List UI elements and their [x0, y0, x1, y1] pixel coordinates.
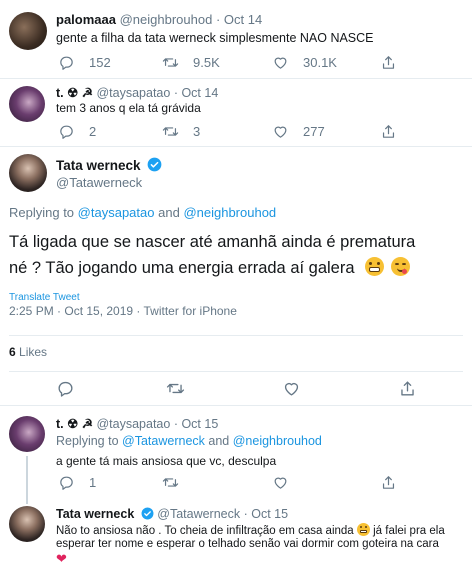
- display-name[interactable]: t. ☢ ☭: [56, 86, 93, 100]
- like-count: 277: [303, 123, 325, 139]
- share-icon: [401, 380, 414, 396]
- share-icon: [382, 55, 395, 69]
- main-tweet: Tata werneck @Tatawerneck Replying to @t…: [0, 147, 472, 398]
- retweet-icon: [166, 383, 185, 393]
- retweet-count: 3: [193, 123, 201, 139]
- retweet-icon: [162, 57, 179, 67]
- verified-badge-icon: [141, 507, 154, 520]
- handle[interactable]: @Tatawerneck: [157, 507, 240, 521]
- tweet-text: a gente tá mais ansiosa que vc, desculpa: [56, 454, 277, 468]
- tweet-date[interactable]: · Oct 15: [174, 417, 218, 431]
- tweet-taysapatao[interactable]: t. ☢ ☭ @taysapatao · Oct 14 tem 3 anos q…: [0, 79, 472, 143]
- tweet-reply-tatawerneck[interactable]: Tata werneck @Tatawerneck · Oct 15 Não t…: [0, 496, 472, 568]
- tweet-date[interactable]: · Oct 14: [216, 12, 262, 27]
- retweet-count: 9.5K: [193, 54, 220, 70]
- share-icon: [382, 475, 395, 489]
- like-count: 30.1K: [303, 54, 337, 70]
- tweet-palomaaa[interactable]: palomaaa @neighbrouhod · Oct 14 gente a …: [0, 0, 472, 76]
- reply-count: 2: [89, 123, 97, 139]
- replying-and: and: [158, 205, 180, 220]
- heart-icon: [274, 126, 287, 138]
- retweet-button[interactable]: [162, 474, 179, 491]
- retweet-button[interactable]: 3: [162, 123, 200, 140]
- like-button[interactable]: [282, 379, 301, 398]
- handle[interactable]: @Tatawerneck: [56, 175, 142, 190]
- replying-to: Replying to @taysapatao and @neighbrouho…: [9, 205, 276, 220]
- heart-icon: [274, 477, 287, 489]
- display-name[interactable]: palomaaa: [56, 12, 116, 27]
- avatar[interactable]: [9, 86, 45, 122]
- reply-button[interactable]: 1: [58, 474, 96, 491]
- likes-count: 6: [9, 345, 16, 359]
- divider: [9, 335, 463, 336]
- share-button[interactable]: [380, 474, 397, 491]
- reply-icon: [60, 476, 73, 490]
- like-button[interactable]: [272, 474, 289, 491]
- likes-label: Likes: [19, 345, 48, 359]
- display-name[interactable]: Tata werneck: [56, 507, 134, 521]
- reply-button[interactable]: 152: [58, 54, 111, 71]
- handle[interactable]: @taysapatao: [96, 86, 170, 100]
- reply-icon: [60, 56, 73, 70]
- tweet-timestamp[interactable]: 2:25 PM · Oct 15, 2019 ·: [9, 304, 144, 318]
- translate-tweet-link[interactable]: Translate Tweet: [9, 292, 80, 303]
- share-icon: [382, 124, 395, 138]
- reply-count: 1: [89, 474, 97, 490]
- share-button[interactable]: [380, 123, 397, 140]
- reply-button[interactable]: 2: [58, 123, 96, 140]
- replying-prefix: Replying to: [56, 434, 119, 448]
- retweet-button[interactable]: 9.5K: [162, 54, 220, 71]
- retweet-icon: [162, 477, 179, 487]
- tweet-text-line-2: esperar ter nome e esperar o telhado sen…: [56, 538, 439, 550]
- heart-icon: [274, 57, 287, 69]
- likes-stat[interactable]: 6 Likes: [9, 345, 47, 359]
- avatar[interactable]: [9, 506, 45, 542]
- display-name[interactable]: Tata werneck: [56, 158, 141, 173]
- tweet-source[interactable]: Twitter for iPhone: [144, 304, 237, 318]
- avatar[interactable]: [9, 416, 45, 452]
- grimacing-face-emoji: [356, 523, 370, 536]
- tweet-text-line-1: Tá ligada que se nascer até amanhã ainda…: [9, 233, 416, 251]
- retweet-icon: [162, 126, 179, 136]
- retweet-button[interactable]: [166, 379, 185, 398]
- display-name[interactable]: t. ☢ ☭: [56, 417, 93, 431]
- replying-and: and: [208, 434, 230, 448]
- divider: [9, 371, 463, 372]
- share-button[interactable]: [380, 54, 397, 71]
- reply-icon: [58, 381, 73, 397]
- replying-to: Replying to @Tatawerneck and @neighbrouh…: [56, 434, 322, 448]
- avatar[interactable]: [9, 12, 47, 50]
- verified-badge-icon: [147, 157, 162, 172]
- face-savoring-food-emoji: [390, 257, 410, 276]
- like-button[interactable]: 30.1K: [272, 54, 337, 71]
- tweet-text-line-1b: já falei pra ela: [373, 525, 445, 537]
- red-heart-emoji: ❤: [56, 551, 67, 566]
- tweet-text: tem 3 anos q ela tá grávida: [56, 101, 201, 115]
- mention-link[interactable]: @Tatawerneck: [122, 434, 205, 448]
- tweet-date[interactable]: · Oct 14: [174, 86, 218, 100]
- mention-link[interactable]: @neighbrouhod: [183, 205, 276, 220]
- mention-link[interactable]: @neighbrouhod: [233, 434, 322, 448]
- tweet-text-line-2: né ? Tão jogando uma energia errada aí g…: [9, 259, 355, 277]
- handle[interactable]: @neighbrouhod: [120, 12, 213, 27]
- tweet-date[interactable]: · Oct 15: [244, 507, 288, 521]
- tweet-reply-taysapatao[interactable]: t. ☢ ☭ @taysapatao · Oct 15 Replying to …: [0, 406, 472, 496]
- reply-icon: [60, 125, 73, 139]
- tweet-text: gente a filha da tata werneck simplesmen…: [56, 31, 374, 45]
- grimacing-face-emoji: [365, 257, 385, 276]
- avatar[interactable]: [9, 154, 47, 192]
- like-button[interactable]: 277: [272, 123, 325, 140]
- reply-button[interactable]: [56, 379, 75, 398]
- tweet-text-line-1: Não to ansiosa não . To cheia de infiltr…: [56, 525, 354, 537]
- heart-icon: [284, 382, 299, 396]
- handle[interactable]: @taysapatao: [96, 417, 170, 431]
- replying-prefix: Replying to: [9, 205, 75, 220]
- thread-line: [26, 496, 28, 504]
- share-button[interactable]: [398, 379, 417, 398]
- reply-count: 152: [89, 54, 111, 70]
- mention-link[interactable]: @taysapatao: [78, 205, 155, 220]
